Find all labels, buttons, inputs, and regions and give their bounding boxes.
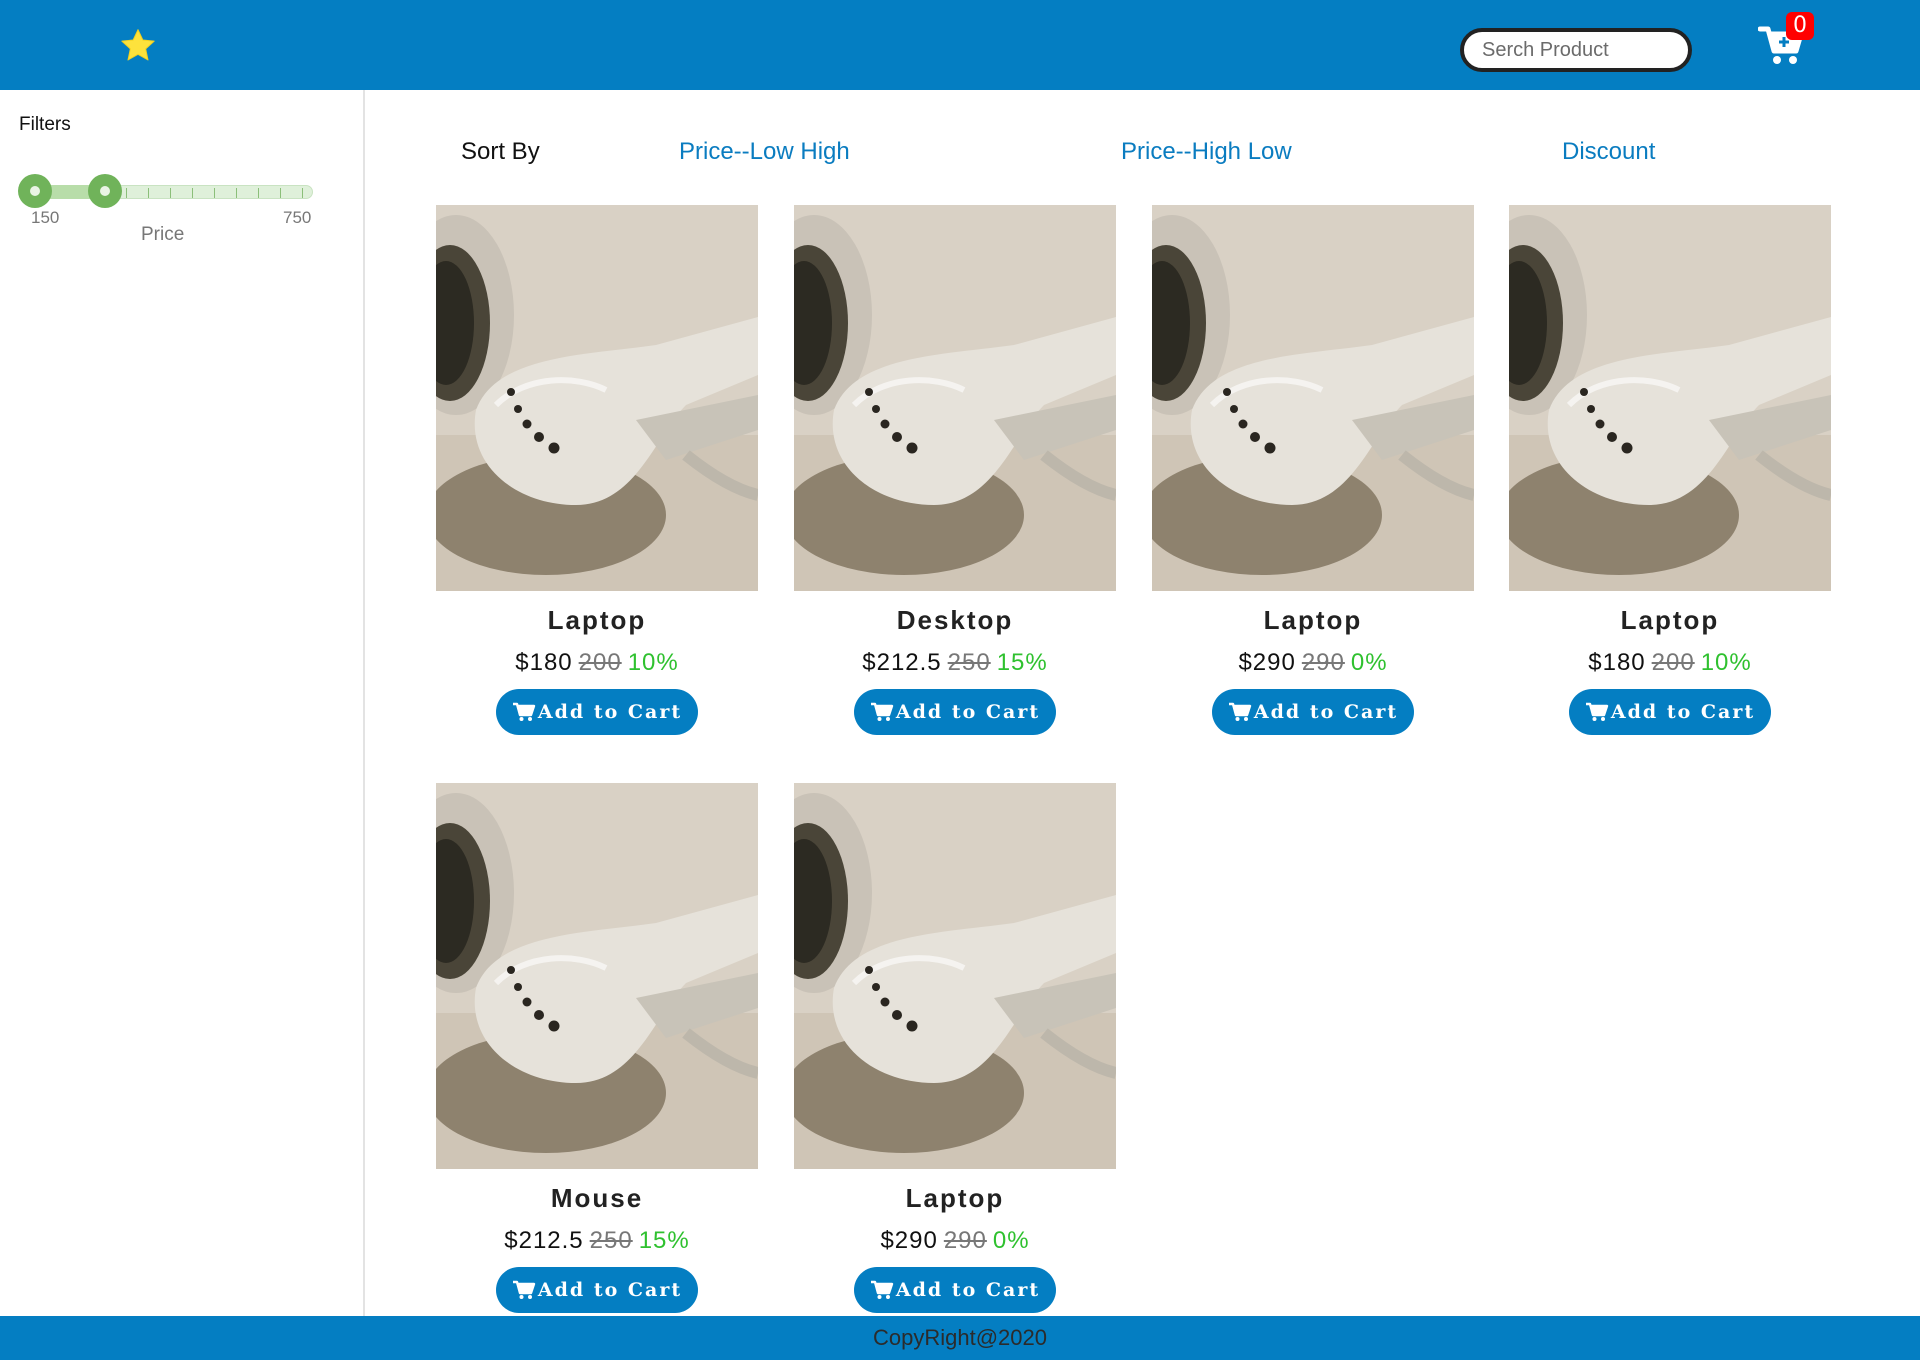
earphones-product-image[interactable] (794, 783, 1116, 1169)
product-name: Laptop (547, 605, 647, 635)
top-header: 0 (0, 0, 1920, 90)
add-to-cart-label: Add to Cart (537, 701, 683, 723)
product-price: $212.5 (862, 649, 942, 676)
cart-icon (512, 702, 536, 721)
footer: CopyRight@2020 (0, 1316, 1920, 1360)
product-name: Laptop (1263, 605, 1363, 635)
product-price: $290 (1238, 649, 1296, 676)
add-to-cart-label: Add to Cart (1610, 701, 1756, 723)
product-card: Laptop $290 290 0% Add to Cart (1152, 205, 1474, 735)
cart-icon (512, 1280, 536, 1299)
filters-sidebar: Filters 150 750 Price (0, 90, 365, 1316)
product-card: Laptop $290 290 0% Add to Cart (794, 783, 1116, 1313)
product-name: Laptop (905, 1183, 1005, 1213)
product-price: $212.5 (504, 1227, 584, 1254)
product-original-price: 290 (1301, 649, 1345, 676)
cart-icon (870, 702, 894, 721)
product-original-price: 250 (947, 649, 991, 676)
add-to-cart-button[interactable]: Add to Cart (496, 1267, 698, 1313)
add-to-cart-label: Add to Cart (537, 1279, 683, 1301)
add-to-cart-label: Add to Cart (895, 701, 1041, 723)
product-discount: 10% (627, 649, 679, 676)
star-icon[interactable] (117, 26, 159, 66)
cart-icon (1585, 702, 1609, 721)
earphones-product-image[interactable] (436, 783, 758, 1169)
product-discount: 15% (996, 649, 1048, 676)
product-original-price: 250 (589, 1227, 633, 1254)
footer-copyright: CopyRight@2020 (873, 1325, 1047, 1350)
cart-icon (1228, 702, 1252, 721)
product-price: $290 (880, 1227, 938, 1254)
product-discount: 15% (638, 1227, 690, 1254)
product-discount: 0% (1350, 649, 1388, 676)
product-price: $180 (1588, 649, 1646, 676)
add-to-cart-label: Add to Cart (895, 1279, 1041, 1301)
product-price: $180 (515, 649, 573, 676)
product-original-price: 200 (1651, 649, 1695, 676)
add-to-cart-label: Add to Cart (1253, 701, 1399, 723)
price-slider-min-handle[interactable] (18, 174, 52, 208)
add-to-cart-button[interactable]: Add to Cart (496, 689, 698, 735)
sort-by-label: Sort By (461, 138, 540, 165)
earphones-product-image[interactable] (436, 205, 758, 591)
cart-count-badge: 0 (1786, 12, 1814, 40)
add-to-cart-button[interactable]: Add to Cart (854, 1267, 1056, 1313)
price-slider-label: Price (141, 224, 185, 245)
add-to-cart-button[interactable]: Add to Cart (854, 689, 1056, 735)
product-price-row: $180 200 10% (1509, 649, 1831, 677)
earphones-product-image[interactable] (1152, 205, 1474, 591)
product-original-price: 200 (578, 649, 622, 676)
product-price-row: $180 200 10% (436, 649, 758, 677)
product-card: Laptop $180 200 10% Add to Cart (1509, 205, 1831, 735)
cart-icon (870, 1280, 894, 1299)
product-price-row: $290 290 0% (794, 1227, 1116, 1255)
sort-discount[interactable]: Discount (1562, 138, 1655, 166)
product-discount: 10% (1700, 649, 1752, 676)
product-price-row: $212.5 250 15% (794, 649, 1116, 677)
earphones-product-image[interactable] (794, 205, 1116, 591)
product-price-row: $290 290 0% (1152, 649, 1474, 677)
price-slider-max-label: 750 (283, 208, 312, 227)
product-card: Desktop $212.5 250 15% Add to Cart (794, 205, 1116, 735)
price-slider-max-handle[interactable] (88, 174, 122, 208)
product-card: Laptop $180 200 10% Add to Cart (436, 205, 758, 735)
product-original-price: 290 (943, 1227, 987, 1254)
search-input[interactable] (1460, 28, 1692, 72)
product-name: Mouse (550, 1183, 644, 1213)
product-card: Mouse $212.5 250 15% Add to Cart (436, 783, 758, 1313)
add-to-cart-button[interactable]: Add to Cart (1569, 689, 1771, 735)
product-name: Desktop (896, 605, 1014, 635)
add-to-cart-button[interactable]: Add to Cart (1212, 689, 1414, 735)
price-slider-min-label: 150 (31, 208, 60, 227)
product-price-row: $212.5 250 15% (436, 1227, 758, 1255)
sort-price-high-low[interactable]: Price--High Low (1121, 138, 1292, 166)
product-name: Laptop (1620, 605, 1720, 635)
filters-title: Filters (19, 114, 71, 135)
price-slider-ticks (126, 188, 306, 198)
product-discount: 0% (992, 1227, 1030, 1254)
earphones-product-image[interactable] (1509, 205, 1831, 591)
sort-price-low-high[interactable]: Price--Low High (679, 138, 850, 166)
